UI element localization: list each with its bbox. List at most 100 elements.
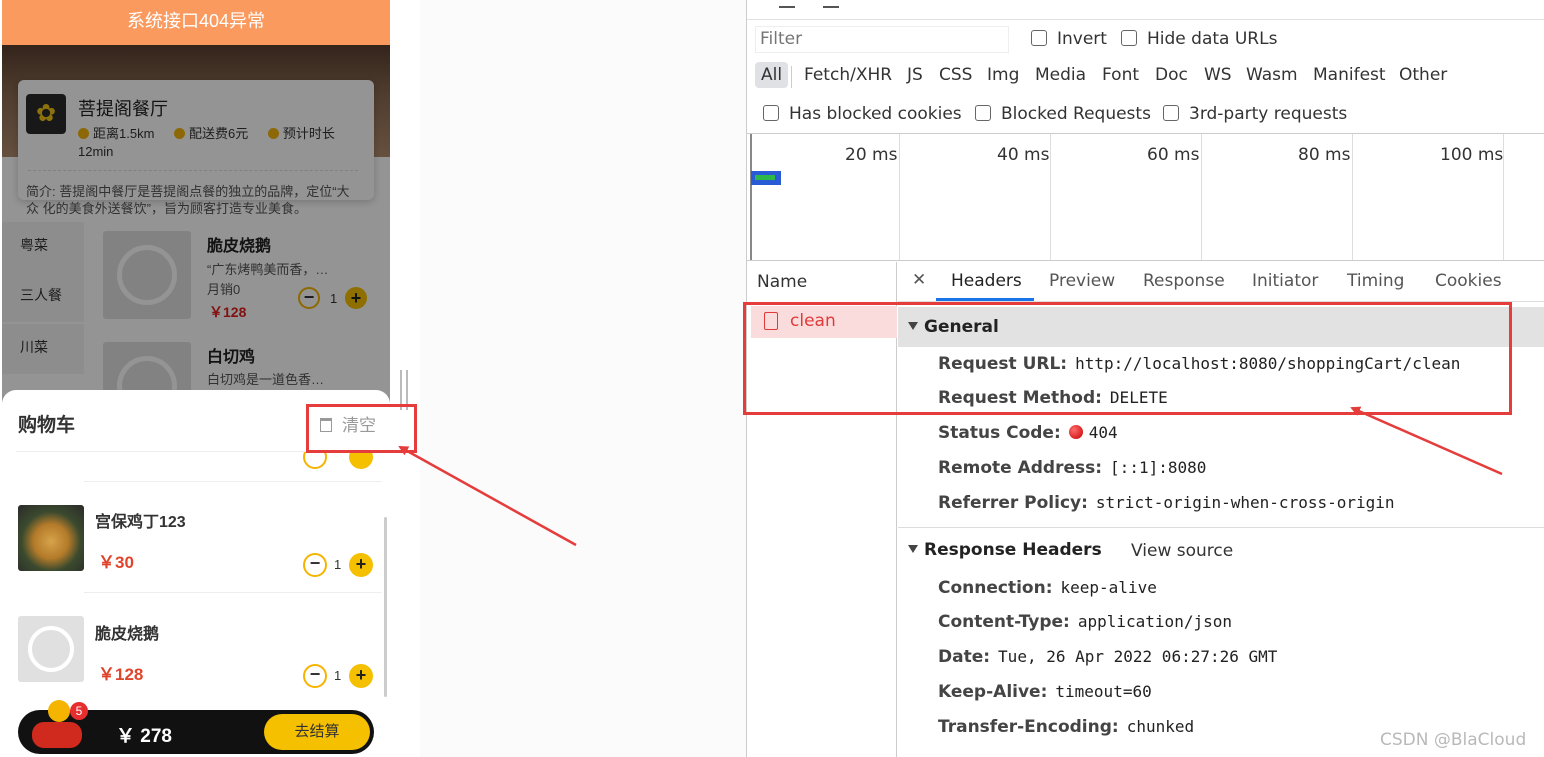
type-filter-img[interactable]: Img xyxy=(987,65,1019,85)
devtools-toolbar xyxy=(747,0,1544,20)
checkbox-box[interactable] xyxy=(1031,30,1047,46)
cart-item-price: ￥128 xyxy=(98,665,144,684)
type-filter-css[interactable]: CSS xyxy=(939,65,972,85)
hide-data-urls-checkbox[interactable]: Hide data URLs xyxy=(1121,29,1277,49)
header-value[interactable]: chunked xyxy=(1127,717,1194,736)
expand-triangle-icon xyxy=(908,545,918,553)
increase-button[interactable]: + xyxy=(349,664,373,688)
filter-row: Invert Hide data URLs xyxy=(747,22,1544,58)
close-icon[interactable]: ✕ xyxy=(912,270,926,290)
blocked-requests-checkbox[interactable]: Blocked Requests xyxy=(975,104,1151,124)
timeline-cursor xyxy=(750,134,752,260)
cart-total-price: ￥ 278 xyxy=(116,726,172,747)
has-blocked-cookies-checkbox[interactable]: Has blocked cookies xyxy=(763,104,962,124)
checkbox-box[interactable] xyxy=(975,105,991,121)
cart-item-image xyxy=(18,616,84,682)
header-key: Content-Type: xyxy=(938,612,1070,632)
cart-item-name: 脆皮烧鹅 xyxy=(95,626,160,643)
type-filter-doc[interactable]: Doc xyxy=(1155,65,1188,85)
cart-item-price: ￥30 xyxy=(98,553,134,572)
tab-preview[interactable]: Preview xyxy=(1049,271,1115,291)
tab-cookies[interactable]: Cookies xyxy=(1435,271,1502,291)
tab-headers[interactable]: Headers xyxy=(951,271,1022,291)
section-title: Response Headers xyxy=(924,540,1102,560)
decrease-button[interactable]: − xyxy=(303,664,327,688)
type-filter-media[interactable]: Media xyxy=(1035,65,1086,85)
blank-area xyxy=(420,0,746,757)
header-row-remote-address: Remote Address: [::1]:8080 xyxy=(938,458,1206,478)
checkbox-box[interactable] xyxy=(1121,30,1137,46)
header-value[interactable]: timeout=60 xyxy=(1055,682,1151,701)
type-filter-wasm[interactable]: Wasm xyxy=(1246,65,1298,85)
header-row-keep-alive: Keep-Alive: timeout=60 xyxy=(938,682,1152,702)
type-filter-fetch-xhr[interactable]: Fetch/XHR xyxy=(804,65,892,85)
checkbox-box[interactable] xyxy=(1163,105,1179,121)
scrollbar[interactable] xyxy=(384,517,387,697)
header-value[interactable]: application/json xyxy=(1078,612,1232,631)
tab-initiator[interactable]: Initiator xyxy=(1252,271,1318,291)
tab-timing[interactable]: Timing xyxy=(1347,271,1404,291)
timeline-gridline xyxy=(1201,134,1202,260)
header-key: Transfer-Encoding: xyxy=(938,717,1119,737)
type-filter-all[interactable]: All xyxy=(755,62,789,88)
header-key: Status Code: xyxy=(938,423,1061,443)
request-timing-bar xyxy=(751,171,781,185)
download-icon[interactable] xyxy=(823,0,839,8)
header-value[interactable]: Tue, 26 Apr 2022 06:27:26 GMT xyxy=(998,647,1277,666)
checkbox-box[interactable] xyxy=(763,105,779,121)
request-timing-bar-fill xyxy=(755,175,775,180)
header-key: Date: xyxy=(938,647,991,667)
type-filter-ws[interactable]: WS xyxy=(1204,65,1232,85)
header-value[interactable]: 404 xyxy=(1089,423,1118,442)
timeline-tick-label: 20 ms xyxy=(845,145,898,165)
checkbox-label: Invert xyxy=(1057,29,1107,49)
view-source-link[interactable]: View source xyxy=(1131,541,1233,561)
divider xyxy=(898,527,1544,528)
checkout-button[interactable]: 去结算 xyxy=(264,714,370,750)
checkbox-label: Hide data URLs xyxy=(1147,29,1278,49)
increase-button[interactable]: + xyxy=(349,553,373,577)
active-tab-indicator xyxy=(936,298,1034,301)
timeline-tick-label: 80 ms xyxy=(1298,145,1351,165)
checkout-bar: 5 ￥ 278 去结算 xyxy=(18,700,374,754)
name-column-header[interactable]: Name xyxy=(757,272,807,292)
type-filter-manifest[interactable]: Manifest xyxy=(1313,65,1386,85)
header-value[interactable]: [::1]:8080 xyxy=(1110,458,1206,477)
divider xyxy=(791,66,792,88)
header-row-transfer-encoding: Transfer-Encoding: chunked xyxy=(938,717,1194,737)
checkbox-label: 3rd-party requests xyxy=(1189,104,1348,124)
filter-input[interactable] xyxy=(755,26,1009,53)
header-row-referrer-policy: Referrer Policy: strict-origin-when-cross… xyxy=(938,493,1395,513)
header-row-date: Date: Tue, 26 Apr 2022 06:27:26 GMT xyxy=(938,647,1277,667)
resource-type-filters: All Fetch/XHR JS CSS Img Media Font Doc … xyxy=(747,58,1544,96)
cart-item-quantity: 1 xyxy=(334,668,342,683)
type-filter-js[interactable]: JS xyxy=(907,65,923,85)
header-row-connection: Connection: keep-alive xyxy=(938,578,1157,598)
network-timeline-overview[interactable]: 20 ms 40 ms 60 ms 80 ms 100 ms xyxy=(747,133,1544,261)
timeline-gridline xyxy=(1050,134,1051,260)
header-value[interactable]: keep-alive xyxy=(1061,578,1157,597)
cart-count-badge: 5 xyxy=(70,702,88,720)
type-filter-font[interactable]: Font xyxy=(1102,65,1139,85)
timeline-gridline xyxy=(1352,134,1353,260)
type-filter-other[interactable]: Other xyxy=(1399,65,1447,85)
details-tabs: ✕ Headers Preview Response Initiator Tim… xyxy=(898,262,1544,302)
annotation-box-clear xyxy=(306,404,417,453)
cart-item-name: 宫保鸡丁123 xyxy=(95,514,186,531)
tab-response[interactable]: Response xyxy=(1143,271,1225,291)
upload-icon[interactable] xyxy=(779,0,795,8)
divider xyxy=(84,481,382,482)
header-value[interactable]: strict-origin-when-cross-origin xyxy=(1096,493,1395,512)
watermark: CSDN @BlaCloud xyxy=(1380,730,1527,750)
timeline-gridline xyxy=(899,134,900,260)
annotation-box-request xyxy=(743,302,1512,415)
header-row-status-code: Status Code: 404 xyxy=(938,423,1118,443)
cart-item-quantity: 1 xyxy=(334,557,342,572)
checkbox-label: Has blocked cookies xyxy=(789,104,962,124)
decrease-button[interactable]: − xyxy=(303,553,327,577)
third-party-requests-checkbox[interactable]: 3rd-party requests xyxy=(1163,104,1347,124)
divider xyxy=(84,592,382,593)
rider-body xyxy=(32,722,82,748)
invert-checkbox[interactable]: Invert xyxy=(1031,29,1107,49)
timeline-tick-label: 60 ms xyxy=(1147,145,1200,165)
